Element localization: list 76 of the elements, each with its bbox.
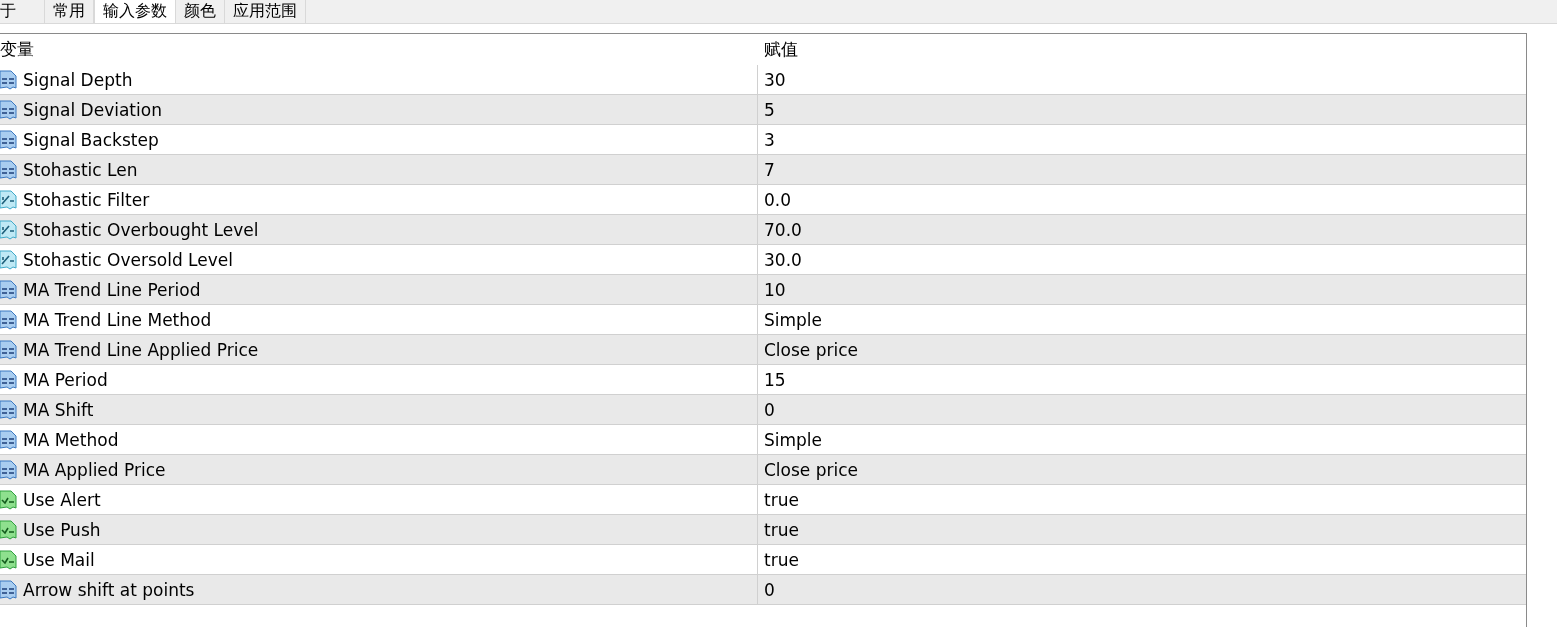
variable-value: Simple	[764, 429, 823, 450]
parameter-type-icon	[0, 579, 17, 600]
variable-name: MA Trend Line Period	[23, 279, 201, 300]
variable-value: 5	[764, 99, 775, 120]
variable-name: MA Trend Line Method	[23, 309, 212, 330]
variable-name: Stohastic Oversold Level	[23, 249, 233, 270]
variable-value: Close price	[764, 459, 859, 480]
variable-value: 0	[764, 579, 775, 600]
table-row[interactable]: MA Trend Line Applied Price Close price	[0, 335, 1526, 365]
parameter-type-icon	[0, 339, 17, 360]
parameter-type-icon	[0, 489, 17, 510]
variable-value: true	[764, 489, 799, 510]
variable-name: MA Trend Line Applied Price	[23, 339, 259, 360]
table-row[interactable]: Signal Backstep 3	[0, 125, 1526, 155]
parameter-type-icon	[0, 519, 17, 540]
variable-name: MA Applied Price	[23, 459, 166, 480]
variable-value: 15	[764, 369, 786, 390]
variable-name: Stohastic Filter	[23, 189, 150, 210]
variable-name: MA Method	[23, 429, 119, 450]
parameter-type-icon	[0, 459, 17, 480]
variable-value: true	[764, 549, 799, 570]
parameter-type-icon	[0, 69, 17, 90]
parameter-type-icon	[0, 249, 17, 270]
parameter-type-icon	[0, 279, 17, 300]
variable-value: 7	[764, 159, 775, 180]
tab[interactable]: 输入参数	[94, 0, 176, 23]
variable-value: 0.0	[764, 189, 792, 210]
table-row[interactable]: Signal Deviation 5	[0, 95, 1526, 125]
table-row[interactable]: MA Trend Line Period 10	[0, 275, 1526, 305]
table-row[interactable]: Stohastic Len 7	[0, 155, 1526, 185]
table-row[interactable]: MA Applied Price Close price	[0, 455, 1526, 485]
variable-name: Stohastic Len	[23, 159, 138, 180]
variable-name: Arrow shift at points	[23, 579, 195, 600]
variable-value: 30	[764, 69, 786, 90]
table-row[interactable]: Stohastic Filter 0.0	[0, 185, 1526, 215]
variable-name: Signal Deviation	[23, 99, 162, 120]
table-row[interactable]: Arrow shift at points 0	[0, 575, 1526, 605]
parameter-type-icon	[0, 429, 17, 450]
parameter-type-icon	[0, 189, 17, 210]
variable-name: Use Push	[23, 519, 101, 540]
parameter-type-icon	[0, 99, 17, 120]
table-row[interactable]: Use Alert true	[0, 485, 1526, 515]
variable-name: Signal Backstep	[23, 129, 159, 150]
table-row[interactable]: Stohastic Oversold Level 30.0	[0, 245, 1526, 275]
variable-value: Close price	[764, 339, 859, 360]
table-row[interactable]: MA Shift 0	[0, 395, 1526, 425]
variable-value: true	[764, 519, 799, 540]
tab[interactable]: 于	[0, 0, 45, 23]
parameter-type-icon	[0, 399, 17, 420]
parameter-type-icon	[0, 129, 17, 150]
variable-name: MA Period	[23, 369, 108, 390]
variable-value: 70.0	[764, 219, 802, 240]
parameter-type-icon	[0, 159, 17, 180]
variable-value: 3	[764, 129, 775, 150]
table-row[interactable]: Signal Depth 30	[0, 65, 1526, 95]
variable-value: Simple	[764, 309, 823, 330]
variable-value: 0	[764, 399, 775, 420]
variable-name: Use Alert	[23, 489, 101, 510]
variable-name: Use Mail	[23, 549, 95, 570]
variable-value: 10	[764, 279, 786, 300]
variable-name: MA Shift	[23, 399, 94, 420]
variable-value: 30.0	[764, 249, 802, 270]
table-row[interactable]: Stohastic Overbought Level 70.0	[0, 215, 1526, 245]
table-row[interactable]: MA Method Simple	[0, 425, 1526, 455]
parameter-type-icon	[0, 309, 17, 330]
column-header[interactable]: 赋值	[758, 38, 1526, 61]
table-row[interactable]: MA Trend Line Method Simple	[0, 305, 1526, 335]
table-row[interactable]: MA Period 15	[0, 365, 1526, 395]
parameter-type-icon	[0, 219, 17, 240]
variable-name: Stohastic Overbought Level	[23, 219, 259, 240]
parameter-type-icon	[0, 549, 17, 570]
variable-name: Signal Depth	[23, 69, 133, 90]
table-row[interactable]: Use Push true	[0, 515, 1526, 545]
parameter-type-icon	[0, 369, 17, 390]
table-row[interactable]: Use Mail true	[0, 545, 1526, 575]
column-header[interactable]: 变量	[0, 38, 758, 61]
